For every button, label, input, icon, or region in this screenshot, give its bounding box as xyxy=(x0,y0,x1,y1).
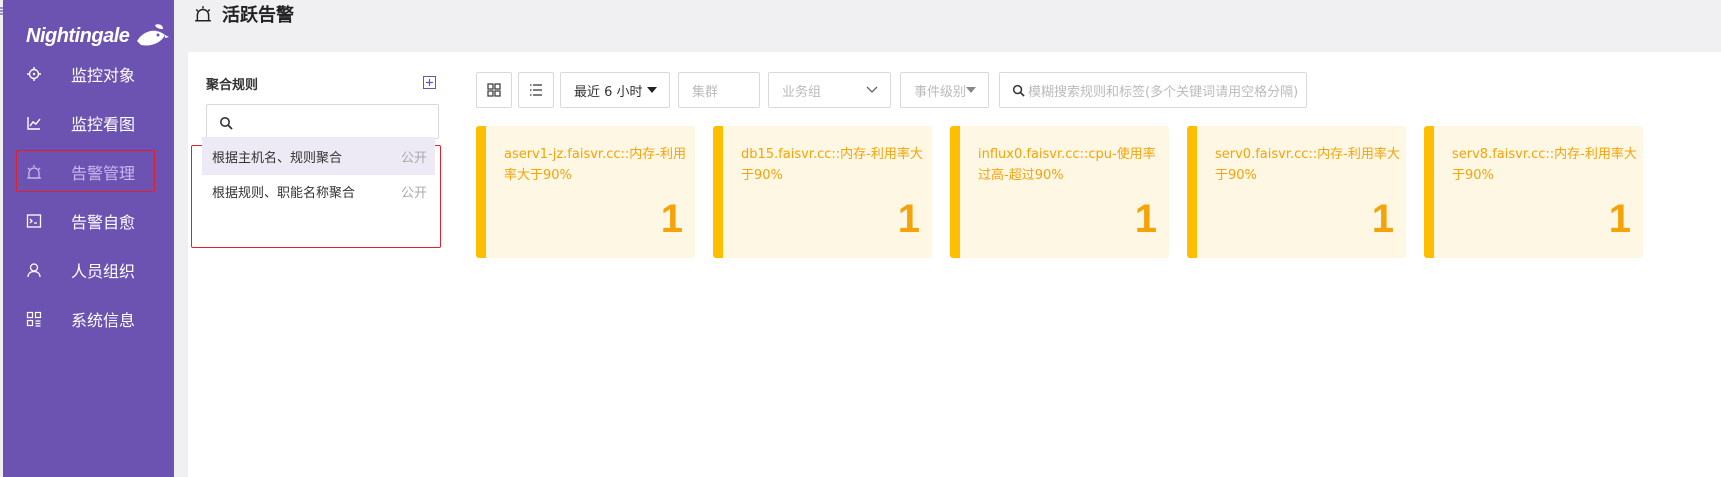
alert-card[interactable]: db15.faisvr.cc::内存-利用率大于90% 1 xyxy=(713,126,932,258)
rule-name: 根据主机名、规则聚合 xyxy=(212,150,343,166)
chevron-down-icon xyxy=(866,86,878,93)
alert-card[interactable]: aserv1-jz.faisvr.cc::内存-利用率大于90% 1 xyxy=(476,126,695,258)
sidebar-item-monitor-objects[interactable]: 监控对象 xyxy=(13,52,166,96)
sidebar-item-dashboards[interactable]: 监控看图 xyxy=(13,101,166,145)
sidebar-item-label: 告警自愈 xyxy=(71,213,136,232)
sidebar-item-label: 监控对象 xyxy=(71,66,136,85)
rule-name: 根据规则、职能名称聚合 xyxy=(212,185,356,201)
search-icon xyxy=(219,115,233,130)
alert-card-title: serv8.faisvr.cc::内存-利用率大于90% xyxy=(1452,147,1637,183)
alert-card[interactable]: serv0.faisvr.cc::内存-利用率大于90% 1 xyxy=(1187,126,1406,258)
sidebar-item-system-info[interactable]: 系统信息 xyxy=(13,297,166,341)
add-rule-icon[interactable] xyxy=(423,74,436,89)
rule-visibility-tag: 公开 xyxy=(400,150,427,166)
alert-card-count: 1 xyxy=(1608,197,1631,241)
rule-item[interactable]: 根据主机名、规则聚合 公开 xyxy=(202,137,435,175)
grid-view-icon xyxy=(487,83,501,97)
rules-title: 聚合规则 xyxy=(206,78,259,93)
sidebar-item-label: 系统信息 xyxy=(71,311,136,330)
rule-visibility-tag: 公开 xyxy=(400,185,427,201)
time-range-select[interactable]: 最近 6 小时 xyxy=(560,72,670,108)
caret-down-icon xyxy=(647,87,657,93)
list-view-button[interactable] xyxy=(518,72,554,108)
rules-search-input[interactable] xyxy=(206,104,439,139)
terminal-icon xyxy=(25,212,43,230)
alert-search-input[interactable]: 模糊搜索规则和标签(多个关键词请用空格分隔) xyxy=(999,72,1307,108)
list-view-icon xyxy=(530,84,542,96)
alert-card-title: influx0.faisvr.cc::cpu-使用率过高-超过90% xyxy=(978,147,1156,183)
time-range-value: 最近 6 小时 xyxy=(574,84,643,100)
business-group-select[interactable]: 业务组 xyxy=(768,72,891,108)
sidebar: Nightingale 监控对象 监控看图 告警管理 告警自愈 人员组织 系统信… xyxy=(3,0,174,477)
business-group-placeholder: 业务组 xyxy=(782,84,822,100)
card-view-button[interactable] xyxy=(476,72,512,108)
highlight-box xyxy=(16,150,155,192)
search-icon xyxy=(1012,84,1025,97)
user-icon xyxy=(25,261,43,279)
line-chart-icon xyxy=(25,114,43,132)
grid-icon xyxy=(25,310,43,328)
nightingale-bird-icon xyxy=(137,24,170,46)
crosshair-icon xyxy=(25,65,43,83)
main-panel: 聚合规则 根据主机名、规则聚合 公开 根据规则、职能名称聚合 公开 最近 6 小… xyxy=(188,52,1721,477)
sidebar-item-label: 监控看图 xyxy=(71,115,136,134)
alert-card-title: db15.faisvr.cc::内存-利用率大于90% xyxy=(741,147,923,183)
logo-text: Nightingale xyxy=(26,24,130,47)
alert-card-count: 1 xyxy=(660,197,683,241)
cluster-select[interactable]: 集群 xyxy=(678,72,760,108)
page-header: 活跃告警 xyxy=(174,0,1721,50)
sidebar-item-users[interactable]: 人员组织 xyxy=(13,248,166,292)
caret-down-icon xyxy=(966,87,976,93)
alert-card-count: 1 xyxy=(897,197,920,241)
alert-card-count: 1 xyxy=(1134,197,1157,241)
search-placeholder: 模糊搜索规则和标签(多个关键词请用空格分隔) xyxy=(1028,84,1299,100)
alert-card-title: serv0.faisvr.cc::内存-利用率大于90% xyxy=(1215,147,1400,183)
alert-card[interactable]: influx0.faisvr.cc::cpu-使用率过高-超过90% 1 xyxy=(950,126,1169,258)
logo[interactable]: Nightingale xyxy=(26,16,170,56)
cluster-placeholder: 集群 xyxy=(692,84,719,100)
alert-card[interactable]: serv8.faisvr.cc::内存-利用率大于90% 1 xyxy=(1424,126,1643,258)
sidebar-item-self-healing[interactable]: 告警自愈 xyxy=(13,199,166,243)
rule-item[interactable]: 根据规则、职能名称聚合 公开 xyxy=(202,172,435,210)
sidebar-item-label: 人员组织 xyxy=(71,262,136,281)
alert-card-title: aserv1-jz.faisvr.cc::内存-利用率大于90% xyxy=(504,147,686,183)
alarm-icon xyxy=(194,5,212,23)
severity-select[interactable]: 事件级别 xyxy=(900,72,989,108)
page-title: 活跃告警 xyxy=(222,5,294,26)
sidebar-item-alert-management[interactable]: 告警管理 xyxy=(13,150,166,194)
alert-card-count: 1 xyxy=(1371,197,1394,241)
severity-placeholder: 事件级别 xyxy=(914,84,967,100)
